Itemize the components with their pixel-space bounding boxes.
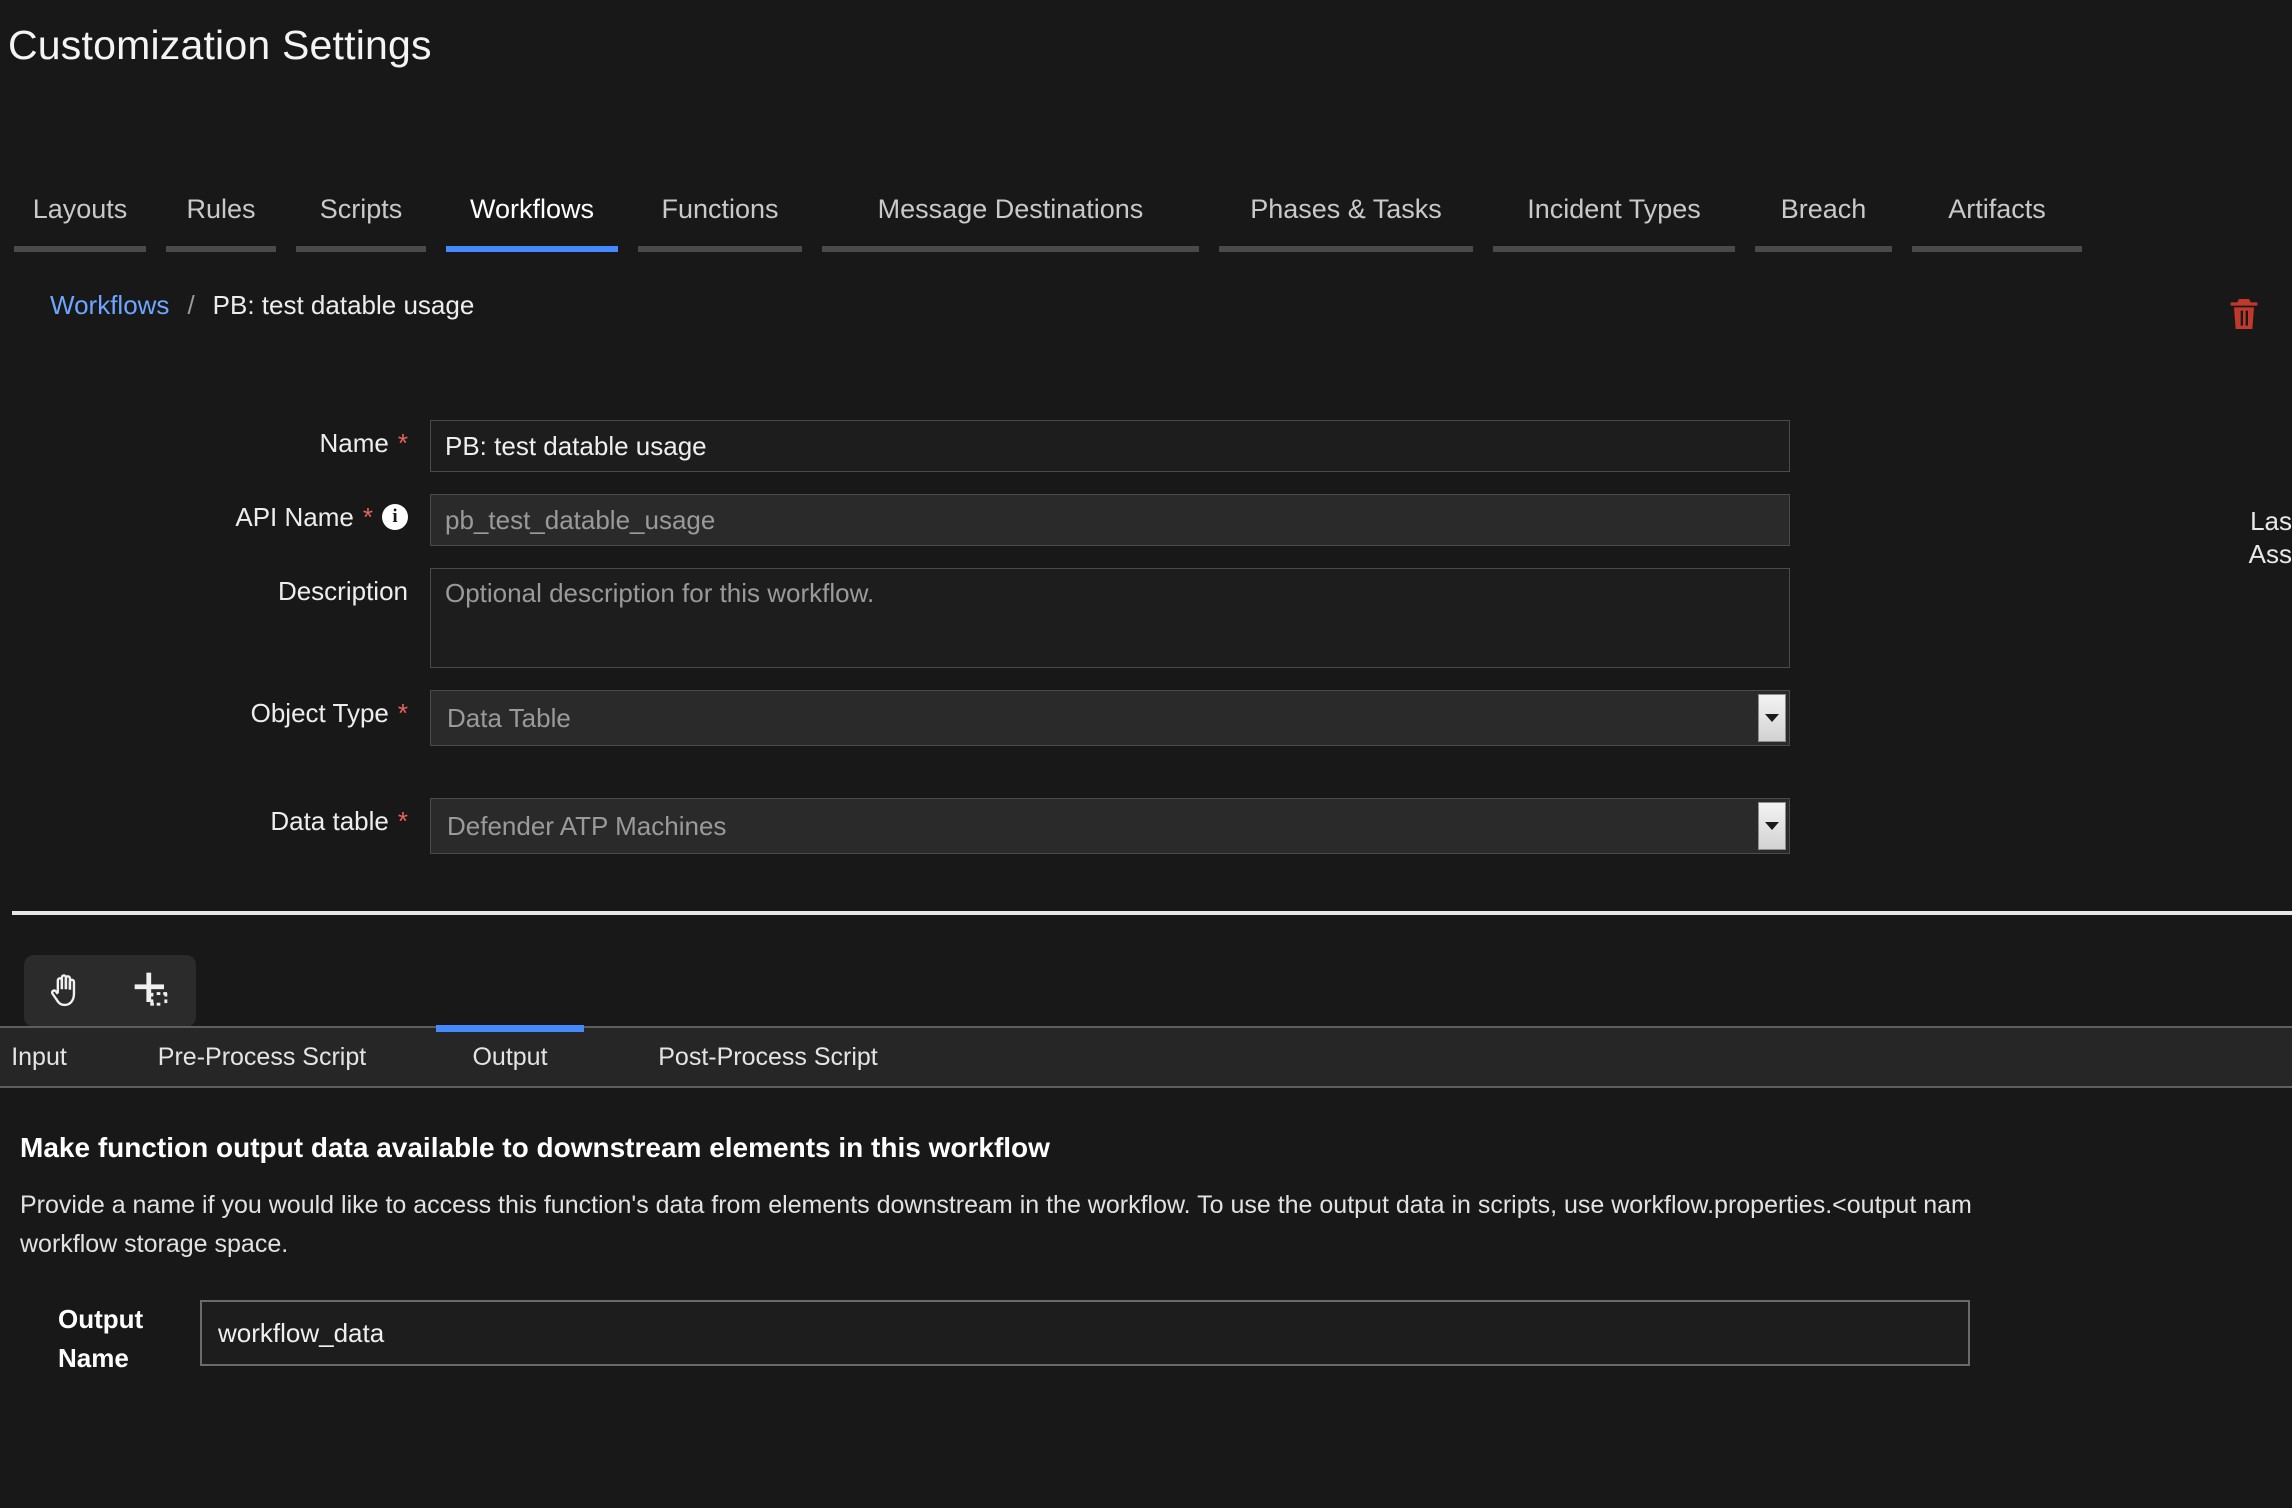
info-icon[interactable]: i xyxy=(382,504,408,530)
object-type-label-text: Object Type xyxy=(250,698,389,728)
api-name-label-text: API Name xyxy=(235,502,354,532)
function-tab-label: Input xyxy=(11,1042,67,1071)
description-textarea[interactable]: Optional description for this workflow. xyxy=(430,568,1790,668)
object-type-selected-value: Data Table xyxy=(447,702,571,733)
top-tab-bar: Layouts Rules Scripts Workflows Functions Mes… xyxy=(0,176,2292,252)
breadcrumb-separator: / xyxy=(187,290,195,320)
function-tab-label: Output xyxy=(472,1042,548,1071)
tab-underline xyxy=(1219,246,1473,252)
tab-label: Workflows xyxy=(469,194,595,224)
tab-label: Message Destinations xyxy=(877,194,1144,224)
tab-label: Incident Types xyxy=(1527,194,1701,224)
page-title: Customization Settings xyxy=(8,22,432,68)
object-type-label: Object Type * xyxy=(0,690,430,736)
chevron-down-icon[interactable] xyxy=(1758,694,1786,742)
api-name-input[interactable]: pb_test_datable_usage xyxy=(430,494,1790,546)
tab-label: Rules xyxy=(186,194,256,224)
select-crosshair-tool-button[interactable] xyxy=(110,955,196,1027)
function-tab-underline xyxy=(436,1025,584,1032)
tab-underline xyxy=(1493,246,1735,252)
hand-icon xyxy=(51,974,76,1007)
form-row-data-table: Data table * Defender ATP Machines xyxy=(0,798,1790,854)
function-config-tab-bar: Input Pre-Process Script Output Post-Proces… xyxy=(0,1025,2292,1088)
description-label: Description xyxy=(0,568,430,614)
tab-label: Artifacts xyxy=(1948,194,2046,224)
function-tab-label: Pre-Process Script xyxy=(157,1042,367,1071)
tab-underline xyxy=(296,246,426,252)
right-edge-line-2: Ass xyxy=(2248,539,2292,569)
name-required-asterisk: * xyxy=(397,428,408,458)
tab-message-destinations[interactable]: Message Destinations xyxy=(818,176,1203,252)
function-tab-pre-process-script[interactable]: Pre-Process Script xyxy=(112,1027,412,1087)
output-panel-heading: Make function output data available to d… xyxy=(20,1132,1050,1163)
tab-underline xyxy=(1912,246,2082,252)
right-edge-line-1: Las xyxy=(2250,506,2292,536)
tab-workflows[interactable]: Workflows xyxy=(442,176,622,252)
form-row-api-name: API Name * i pb_test_datable_usage xyxy=(0,494,1790,546)
breadcrumb-link-workflows[interactable]: Workflows xyxy=(50,290,169,321)
canvas-toolbar xyxy=(24,955,196,1027)
tab-incident-types[interactable]: Incident Types xyxy=(1489,176,1739,252)
data-table-label: Data table * xyxy=(0,798,430,844)
tab-underline xyxy=(166,246,276,252)
api-name-required-asterisk: * xyxy=(362,502,373,532)
form-row-name: Name * PB: test datable usage xyxy=(0,420,1790,472)
section-divider xyxy=(12,911,2292,915)
output-name-row: Output Name workflow_data xyxy=(0,1300,1970,1378)
data-table-label-text: Data table xyxy=(270,806,389,836)
object-type-select[interactable]: Data Table xyxy=(430,690,1790,746)
output-name-input[interactable]: workflow_data xyxy=(200,1300,1970,1366)
breadcrumb-current: PB: test datable usage xyxy=(212,290,475,320)
output-name-label: Output Name xyxy=(58,1304,144,1373)
tab-underline xyxy=(638,246,802,252)
data-table-required-asterisk: * xyxy=(397,806,408,836)
description-label-text: Description xyxy=(277,576,408,606)
tab-layouts[interactable]: Layouts xyxy=(10,176,150,252)
tab-underline xyxy=(822,246,1199,252)
tab-functions[interactable]: Functions xyxy=(634,176,806,252)
name-label: Name * xyxy=(0,420,430,466)
tab-underline xyxy=(446,246,618,252)
tab-breach[interactable]: Breach xyxy=(1751,176,1896,252)
form-row-object-type: Object Type * Data Table xyxy=(0,690,1790,746)
function-tab-input[interactable]: Input xyxy=(0,1027,100,1087)
data-table-selected-value: Defender ATP Machines xyxy=(447,810,727,841)
form-row-description: Description Optional description for thi… xyxy=(0,568,1790,668)
output-panel-description: Provide a name if you would like to acce… xyxy=(20,1191,1972,1258)
object-type-required-asterisk: * xyxy=(397,698,408,728)
api-name-label: API Name * i xyxy=(0,494,430,540)
tab-label: Scripts xyxy=(319,194,403,224)
tab-label: Phases & Tasks xyxy=(1250,194,1442,224)
tab-underline xyxy=(1755,246,1892,252)
function-tab-underline xyxy=(610,1025,926,1032)
tab-label: Layouts xyxy=(32,194,128,224)
trash-icon xyxy=(2230,299,2258,329)
tab-artifacts[interactable]: Artifacts xyxy=(1908,176,2086,252)
crosshair-icon xyxy=(134,972,168,1006)
delete-workflow-button[interactable] xyxy=(2224,294,2264,334)
function-tab-label: Post-Process Script xyxy=(658,1042,878,1071)
function-tab-underline xyxy=(0,1025,100,1032)
tab-underline xyxy=(14,246,146,252)
tab-label: Functions xyxy=(661,194,779,224)
tab-rules[interactable]: Rules xyxy=(162,176,280,252)
right-edge-cutoff-text: Las Ass xyxy=(2246,505,2292,571)
customization-settings-page: Customization Settings Layouts Rules Scrip… xyxy=(0,0,2292,1508)
name-label-text: Name xyxy=(319,428,389,458)
function-tab-output[interactable]: Output xyxy=(436,1025,584,1087)
function-tab-post-process-script[interactable]: Post-Process Script xyxy=(610,1027,926,1087)
tab-scripts[interactable]: Scripts xyxy=(292,176,430,252)
chevron-down-icon[interactable] xyxy=(1758,802,1786,850)
data-table-select[interactable]: Defender ATP Machines xyxy=(430,798,1790,854)
function-tab-underline xyxy=(112,1025,412,1032)
tab-phases-tasks[interactable]: Phases & Tasks xyxy=(1215,176,1477,252)
breadcrumb: Workflows / PB: test datable usage xyxy=(50,290,474,321)
name-input[interactable]: PB: test datable usage xyxy=(430,420,1790,472)
pan-hand-tool-button[interactable] xyxy=(24,955,110,1027)
tab-label: Breach xyxy=(1780,194,1867,224)
